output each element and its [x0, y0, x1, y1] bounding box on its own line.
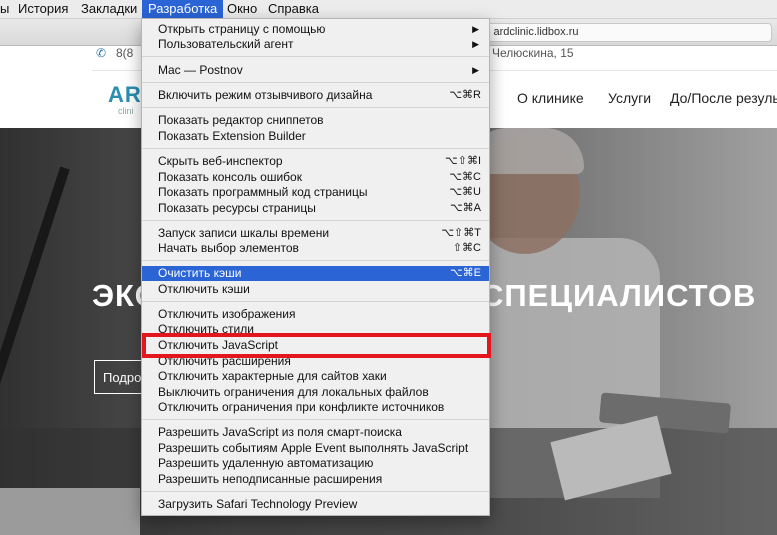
menu-separator	[142, 148, 489, 149]
menu-item-label: Показать программный код страницы	[158, 185, 368, 199]
nav-link-services[interactable]: Услуги	[608, 90, 651, 106]
menu-separator	[142, 260, 489, 261]
menubar: ы История Закладки Разработка Окно Справ…	[0, 0, 777, 19]
menu-item-mac-device[interactable]: Mac — Postnov ▶	[142, 63, 489, 78]
menu-separator	[142, 491, 489, 492]
nav-link-before-after[interactable]: До/После резуль	[670, 90, 777, 106]
menu-item-label: Включить режим отзывчивого дизайна	[158, 88, 373, 102]
menu-item-label: Начать выбор элементов	[158, 241, 299, 255]
menu-item-page-resources[interactable]: Показать ресурсы страницы ⌥⌘A	[142, 201, 489, 216]
menu-item-download-technology-preview[interactable]: Загрузить Safari Technology Preview	[142, 497, 489, 512]
menu-item-shortcut: ⌥⌘R	[449, 89, 481, 101]
menu-separator	[142, 301, 489, 302]
menu-item-extension-builder[interactable]: Показать Extension Builder	[142, 129, 489, 144]
menu-item-label: Mac — Postnov	[158, 63, 243, 77]
menu-item-user-agent[interactable]: Пользовательский агент ▶	[142, 37, 489, 52]
menu-item-label: Разрешить удаленную автоматизацию	[158, 456, 374, 470]
menu-item-label: Показать Extension Builder	[158, 129, 306, 143]
menu-item-label: Разрешить событиям Apple Event выполнять…	[158, 441, 469, 455]
menubar-item-develop[interactable]: Разработка	[142, 0, 224, 18]
menu-item-shortcut: ⌥⌘E	[449, 267, 481, 279]
menu-item-shortcut: ⌥⌘U	[449, 186, 481, 198]
menu-item-label: Скрыть веб-инспектор	[158, 154, 283, 168]
menu-item-label: Отключить характерные для сайтов хаки	[158, 369, 387, 383]
menu-item-element-selection[interactable]: Начать выбор элементов ⇧⌘C	[142, 241, 489, 256]
menu-item-shortcut: ⌥⇧⌘T	[441, 227, 481, 239]
menu-item-label: Разрешить неподписанные расширения	[158, 472, 383, 486]
menu-item-hide-web-inspector[interactable]: Скрыть веб-инспектор ⌥⇧⌘I	[142, 154, 489, 169]
menu-item-shortcut: ⌥⇧⌘I	[445, 155, 481, 167]
menu-item-disable-local-file-restrictions[interactable]: Выключить ограничения для локальных файл…	[142, 385, 489, 400]
header-phone[interactable]: 8(8	[116, 46, 133, 60]
menubar-item-window[interactable]: Окно	[221, 0, 263, 18]
menu-item-label: Отключить изображения	[158, 307, 296, 321]
menu-item-responsive-design[interactable]: Включить режим отзывчивого дизайна ⌥⌘R	[142, 88, 489, 103]
menu-item-disable-cross-origin-restrictions[interactable]: Отключить ограничения при конфликте исто…	[142, 400, 489, 415]
annotation-highlight-box	[142, 333, 491, 358]
menu-item-label: Выключить ограничения для локальных файл…	[158, 385, 429, 399]
menu-item-label: Запуск записи шкалы времени	[158, 226, 330, 240]
menu-item-error-console[interactable]: Показать консоль ошибок ⌥⌘C	[142, 170, 489, 185]
menu-item-disable-images[interactable]: Отключить изображения	[142, 307, 489, 322]
menu-item-label: Показать ресурсы страницы	[158, 201, 316, 215]
menu-item-shortcut: ⇧⌘C	[452, 242, 481, 254]
header-address: Челюскина, 15	[492, 46, 574, 60]
menu-separator	[142, 56, 489, 57]
menu-item-label: Показать консоль ошибок	[158, 170, 302, 184]
submenu-arrow-icon: ▶	[472, 39, 479, 49]
menu-item-label: Показать редактор сниппетов	[158, 113, 324, 127]
menubar-item-history[interactable]: История	[12, 0, 74, 18]
develop-menu-dropdown: Открыть страницу с помощью ▶ Пользовател…	[141, 18, 490, 516]
menubar-item-help[interactable]: Справка	[262, 0, 325, 18]
menu-item-label: Отключить ограничения при конфликте исто…	[158, 400, 445, 414]
phone-icon: ✆	[96, 46, 107, 60]
menubar-item-bookmarks[interactable]: Закладки	[75, 0, 143, 18]
nav-link-about[interactable]: О клинике	[517, 90, 584, 106]
menu-separator	[142, 419, 489, 420]
submenu-arrow-icon: ▶	[472, 24, 479, 34]
menu-item-allow-remote-automation[interactable]: Разрешить удаленную автоматизацию	[142, 456, 489, 471]
menu-item-open-page-with[interactable]: Открыть страницу с помощью ▶	[142, 22, 489, 37]
menu-item-label: Разрешить JavaScript из поля смарт-поиск…	[158, 425, 402, 439]
menu-item-page-source[interactable]: Показать программный код страницы ⌥⌘U	[142, 185, 489, 200]
menu-item-allow-js-smart-search[interactable]: Разрешить JavaScript из поля смарт-поиск…	[142, 425, 489, 440]
menu-item-shortcut: ⌥⌘A	[449, 202, 481, 214]
menu-separator	[142, 220, 489, 221]
hero-title-right: СПЕЦИАЛИСТОВ	[481, 278, 757, 313]
menu-item-label: Загрузить Safari Technology Preview	[158, 497, 358, 511]
site-logo-subtitle: clini	[118, 106, 134, 116]
menu-item-label: Пользовательский агент	[158, 37, 294, 51]
menu-item-timeline-recording[interactable]: Запуск записи шкалы времени ⌥⇧⌘T	[142, 226, 489, 241]
menu-item-shortcut: ⌥⌘C	[449, 171, 481, 183]
menu-item-empty-caches[interactable]: Очистить кэши ⌥⌘E	[142, 266, 489, 281]
menu-item-label: Очистить кэши	[158, 266, 242, 280]
menu-item-snippet-editor[interactable]: Показать редактор сниппетов	[142, 113, 489, 128]
menu-separator	[142, 107, 489, 108]
submenu-arrow-icon: ▶	[472, 65, 479, 75]
menu-separator	[142, 82, 489, 83]
menu-item-disable-site-hacks[interactable]: Отключить характерные для сайтов хаки	[142, 369, 489, 384]
site-logo[interactable]: AR	[108, 82, 142, 108]
menu-item-allow-apple-events-js[interactable]: Разрешить событиям Apple Event выполнять…	[142, 441, 489, 456]
menu-item-label: Открыть страницу с помощью	[158, 22, 326, 36]
menu-item-label: Отключить кэши	[158, 282, 250, 296]
menu-item-disable-caches[interactable]: Отключить кэши	[142, 282, 489, 297]
menu-item-allow-unsigned-extensions[interactable]: Разрешить неподписанные расширения	[142, 472, 489, 487]
